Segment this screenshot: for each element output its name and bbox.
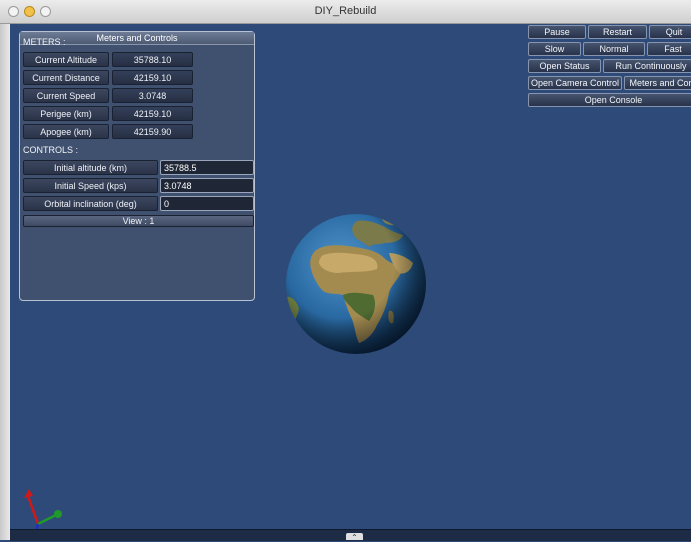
control-label-initial-altitude: Initial altitude (km) [23,160,158,175]
open-status-button[interactable]: Open Status [528,59,601,73]
meter-label-current-altitude: Current Altitude [23,52,109,67]
view-button[interactable]: View : 1 [23,215,254,227]
fast-button[interactable]: Fast [647,42,691,56]
meter-label-current-speed: Current Speed [23,88,109,103]
run-continuously-button[interactable]: Run Continuously [603,59,691,73]
meter-label-apogee: Apogee (km) [23,124,109,139]
meter-value-perigee: 42159.10 [112,106,193,121]
meter-label-perigee: Perigee (km) [23,106,109,121]
orbital-inclination-input[interactable]: 0 [160,196,254,211]
window-title: DIY_Rebuild [314,5,377,17]
meters-label: METERS : [23,37,66,47]
initial-altitude-input[interactable]: 35788.5 [160,160,254,175]
initial-speed-input[interactable]: 3.0748 [160,178,254,193]
control-label-initial-speed: Initial Speed (kps) [23,178,158,193]
open-camera-control-button[interactable]: Open Camera Control [528,76,622,90]
meter-value-current-distance: 42159.10 [112,70,193,85]
quit-button[interactable]: Quit [649,25,691,39]
normal-button[interactable]: Normal [583,42,645,56]
chevron-up-icon[interactable]: ⌃ [346,533,363,542]
meter-value-current-speed: 3.0748 [112,88,193,103]
slow-button[interactable]: Slow [528,42,581,56]
meters-and-controls-button[interactable]: Meters and Con [624,76,691,90]
meter-value-apogee: 42159.90 [112,124,193,139]
meter-label-current-distance: Current Distance [23,70,109,85]
window-left-edge [0,24,10,540]
controls-label: CONTROLS : [23,145,79,155]
window-titlebar: DIY_Rebuild [0,0,691,24]
restart-button[interactable]: Restart [588,25,647,39]
meter-value-current-altitude: 35788.10 [112,52,193,67]
meters-controls-panel: Meters and Controls METERS : Current Alt… [19,31,255,301]
pause-button[interactable]: Pause [528,25,586,39]
open-console-button[interactable]: Open Console [528,93,691,107]
earth-globe[interactable] [285,213,427,355]
control-label-orbital-inclination: Orbital inclination (deg) [23,196,158,211]
